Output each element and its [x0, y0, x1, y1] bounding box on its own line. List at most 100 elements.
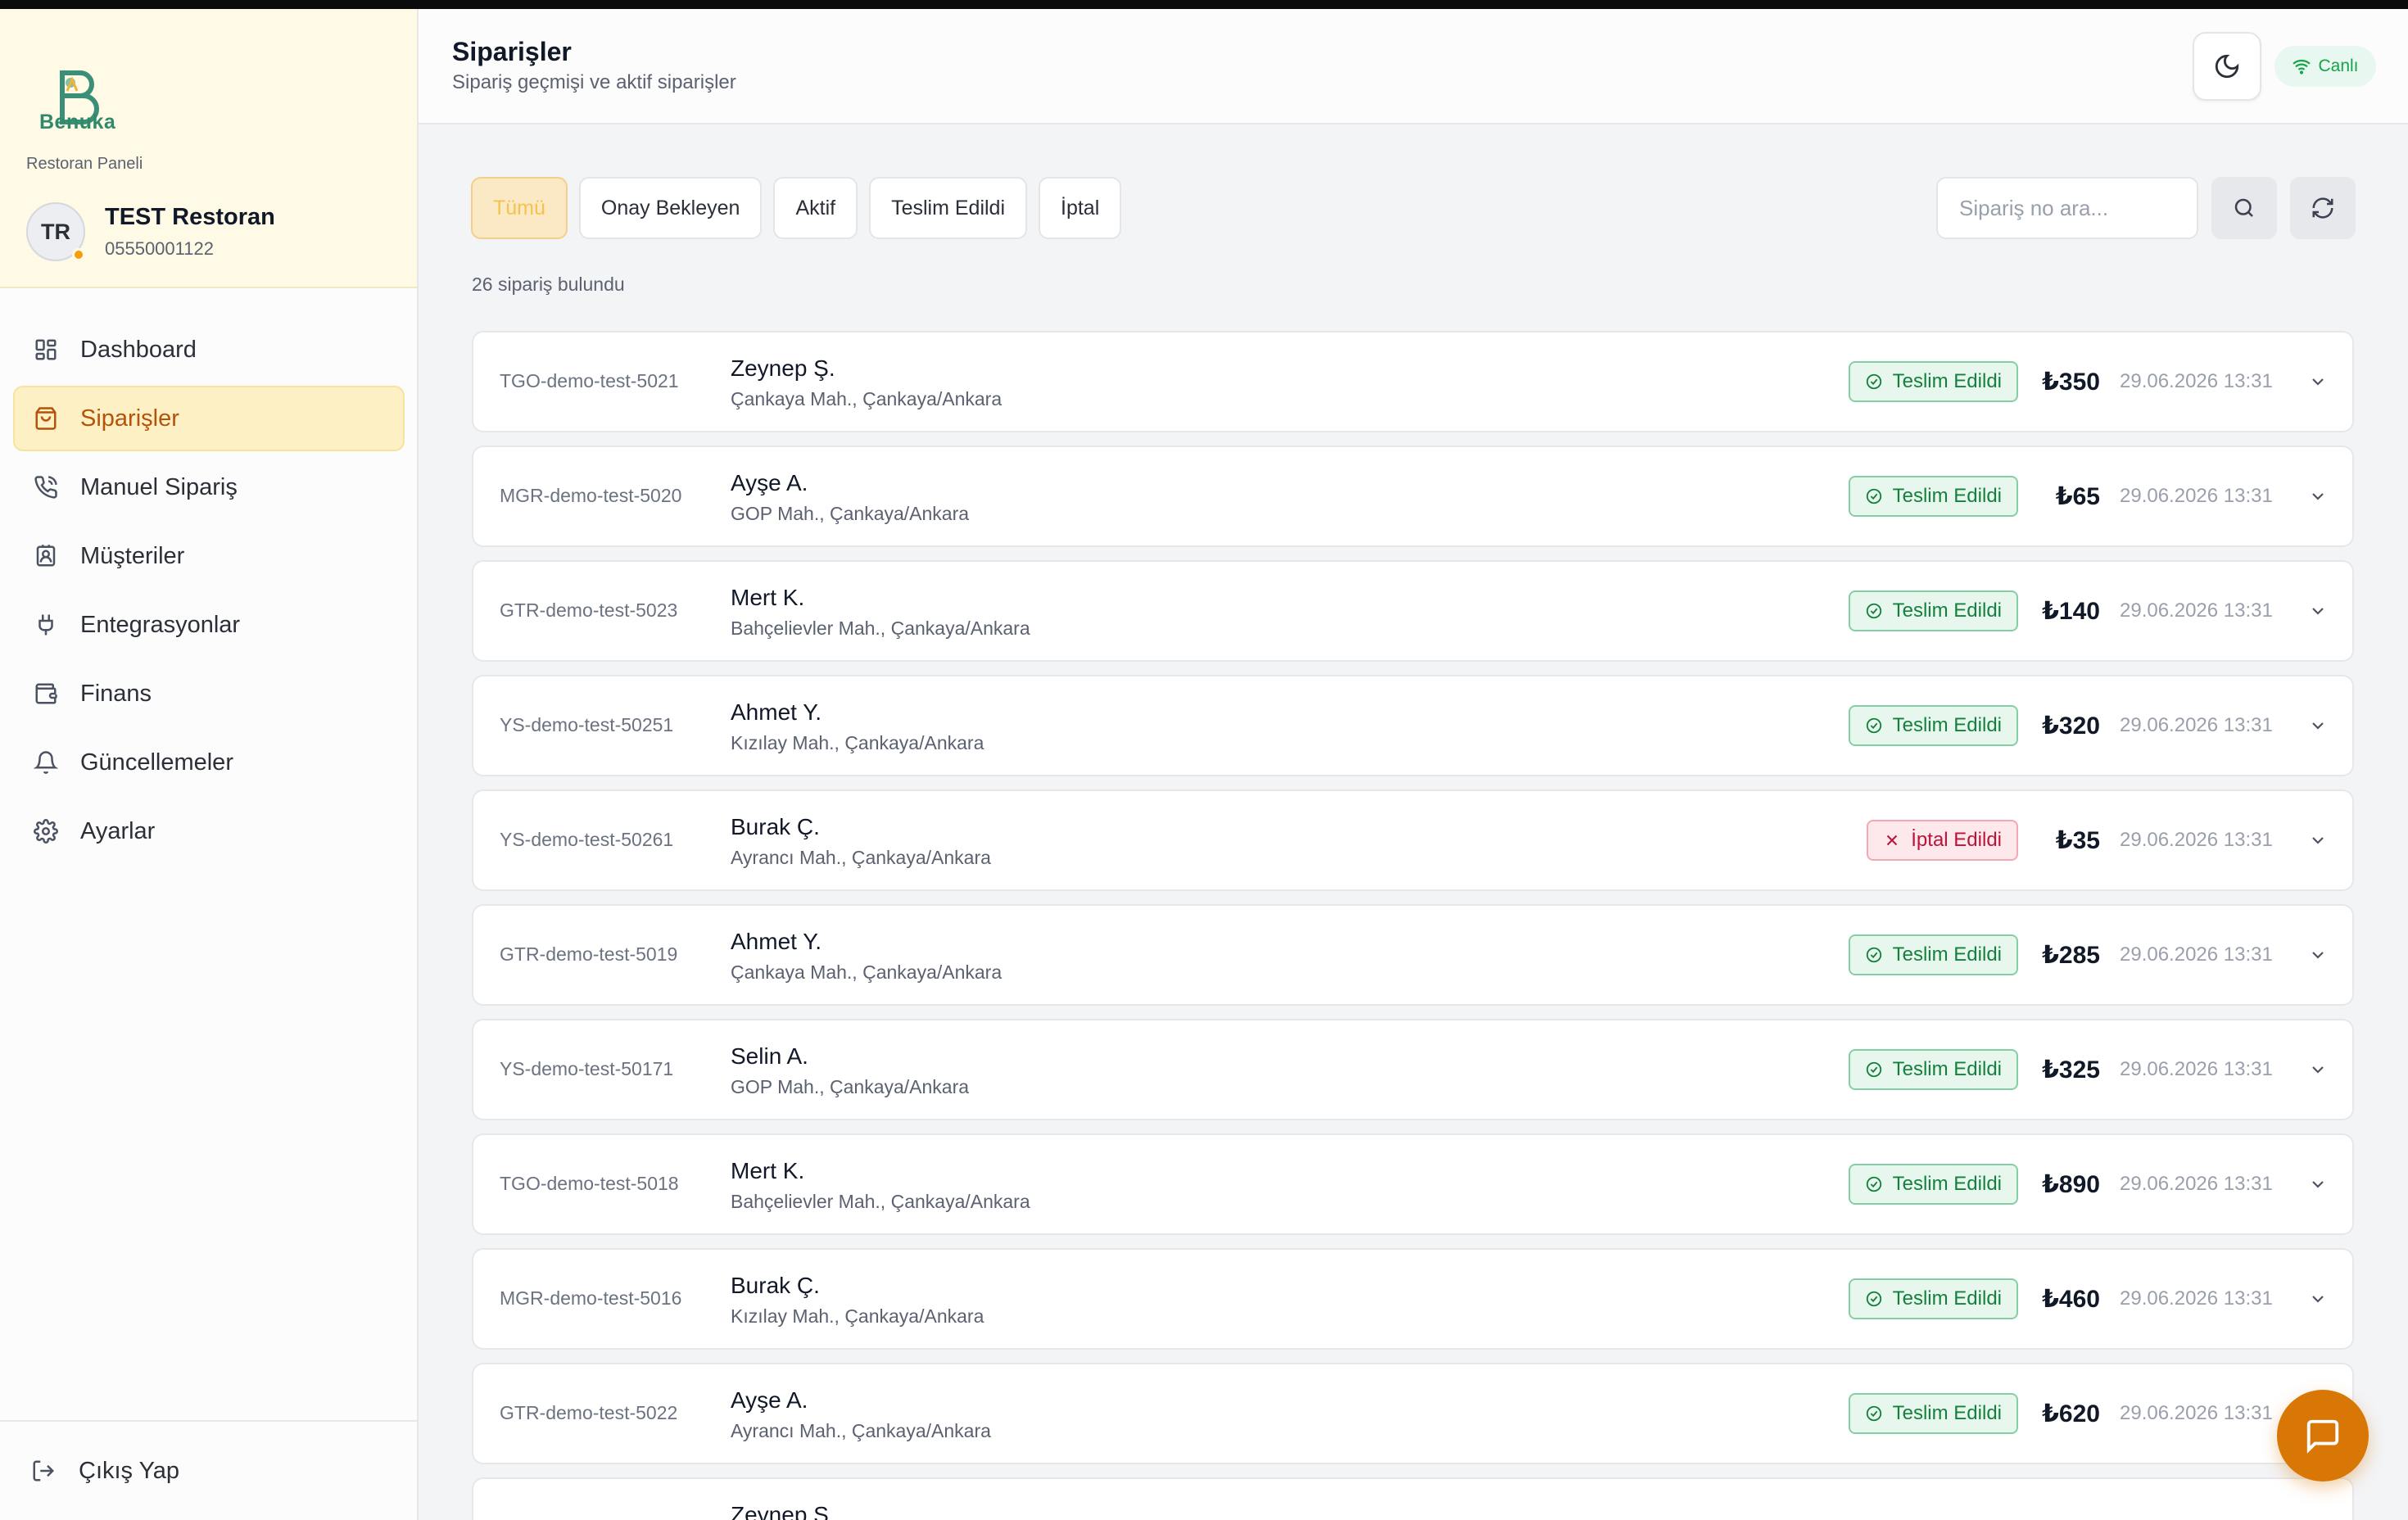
- order-row[interactable]: TGO-demo-test-5018 Mert K. Bahçelievler Ma…: [472, 1133, 2354, 1235]
- order-meta: Teslim Edildi ₺65 29.06.2026 13:31: [1848, 447, 2328, 545]
- status-badge: Teslim Edildi: [1848, 1278, 2018, 1319]
- sidebar-item-siparisler[interactable]: Siparişler: [13, 386, 405, 451]
- sidebar-item-musteriler[interactable]: Müşteriler: [13, 523, 405, 589]
- order-row[interactable]: MGR-demo-test-5020 Ayşe A. GOP Mah., Çanka…: [472, 446, 2354, 547]
- check-circle-icon: [1866, 373, 1881, 390]
- sidebar-item-label: Siparişler: [80, 405, 179, 432]
- panel-label: Restoran Paneli: [26, 155, 143, 173]
- shopping-bag-icon: [33, 405, 59, 432]
- order-meta: Teslim Edildi ₺620 29.06.2026 13:31: [1848, 1364, 2328, 1463]
- customer-name: Selin A.: [731, 1043, 808, 1069]
- sidebar-item-label: Manuel Sipariş: [80, 473, 238, 500]
- customer-address: Ayrancı Mah., Çankaya/Ankara: [731, 1420, 991, 1441]
- logout-icon: [31, 1458, 57, 1484]
- order-date: 29.06.2026 13:31: [2120, 1058, 2273, 1080]
- sidebar-item-label: Dashboard: [80, 336, 197, 363]
- page-header: Siparişler Sipariş geçmişi ve aktif sipa…: [419, 9, 2408, 124]
- check-circle-icon: [1866, 1405, 1881, 1422]
- check-circle-icon: [1866, 488, 1881, 504]
- orders-list: TGO-demo-test-5021 Zeynep Ş. Çankaya Mah.,…: [472, 331, 2354, 1520]
- sidebar-item-guncellemeler[interactable]: Güncellemeler: [13, 730, 405, 795]
- order-meta: Teslim Edildi ₺460 29.06.2026 13:31: [1848, 1250, 2328, 1348]
- chevron-down-icon[interactable]: [2308, 716, 2328, 735]
- chevron-down-icon[interactable]: [2308, 1289, 2328, 1309]
- order-row[interactable]: TGO-demo-test-5021 Zeynep Ş. Çankaya Mah.,…: [472, 331, 2354, 432]
- sidebar-item-label: Güncellemeler: [80, 749, 233, 776]
- phone-icon: [33, 474, 59, 500]
- order-row[interactable]: GTR-demo-test-5023 Mert K. Bahçelievler Ma…: [472, 560, 2354, 662]
- order-id: MGR-demo-test-5020: [500, 485, 682, 506]
- tab-aktif[interactable]: Aktif: [773, 177, 858, 239]
- order-meta: Teslim Edildi ₺320 29.06.2026 13:31: [1848, 676, 2328, 775]
- order-price: ₺320: [2042, 712, 2100, 740]
- sidebar-item-finans[interactable]: Finans: [13, 661, 405, 726]
- order-id: TGO-demo-test-5021: [500, 370, 679, 391]
- order-price: ₺325: [2042, 1056, 2100, 1083]
- check-circle-icon: [1866, 1061, 1881, 1078]
- check-circle-icon: [1866, 1176, 1881, 1192]
- customer-address: Kızılay Mah., Çankaya/Ankara: [731, 1305, 984, 1327]
- live-label: Canlı: [2318, 57, 2359, 75]
- order-search-input[interactable]: [1936, 177, 2198, 239]
- order-row[interactable]: YS-demo-test-50261 Burak Ç. Ayrancı Mah., …: [472, 789, 2354, 891]
- search-icon: [2234, 198, 2253, 217]
- order-row[interactable]: Zeynep Ş.: [472, 1477, 2354, 1520]
- refresh-button[interactable]: [2290, 177, 2356, 239]
- chevron-down-icon[interactable]: [2308, 486, 2328, 506]
- chevron-down-icon[interactable]: [2308, 945, 2328, 965]
- divider: [0, 1420, 417, 1422]
- check-circle-icon: [1866, 603, 1881, 619]
- chevron-down-icon[interactable]: [2308, 601, 2328, 621]
- sidebar-item-manuel-siparis[interactable]: Manuel Sipariş: [13, 455, 405, 520]
- chevron-down-icon[interactable]: [2308, 1060, 2328, 1079]
- order-row[interactable]: YS-demo-test-50171 Selin A. GOP Mah., Çank…: [472, 1019, 2354, 1120]
- order-filter-tabs: Tümü Onay Bekleyen Aktif Teslim Edildi İ…: [471, 177, 1122, 239]
- status-badge: İptal Edildi: [1867, 820, 2018, 861]
- chat-button[interactable]: [2277, 1390, 2369, 1482]
- sidebar-item-label: Ayarlar: [80, 817, 156, 844]
- chevron-down-icon[interactable]: [2308, 830, 2328, 850]
- order-id: MGR-demo-test-5016: [500, 1287, 682, 1309]
- customer-address: GOP Mah., Çankaya/Ankara: [731, 1076, 970, 1097]
- page-title: Siparişler: [452, 37, 572, 66]
- status-label: Teslim Edildi: [1892, 1402, 2002, 1424]
- sidebar-item-dashboard[interactable]: Dashboard: [13, 317, 405, 382]
- chat-icon: [2306, 1419, 2339, 1454]
- status-badge: Teslim Edildi: [1848, 1049, 2018, 1090]
- search-button[interactable]: [2211, 177, 2277, 239]
- order-price: ₺285: [2042, 941, 2100, 969]
- logout-button[interactable]: Çıkış Yap: [13, 1438, 405, 1504]
- order-date: 29.06.2026 13:31: [2120, 370, 2273, 392]
- status-label: Teslim Edildi: [1892, 714, 2002, 736]
- sidebar-item-entegrasyonlar[interactable]: Entegrasyonlar: [13, 592, 405, 658]
- tab-tumu[interactable]: Tümü: [471, 177, 568, 239]
- plug-icon: [33, 612, 59, 638]
- status-badge: Teslim Edildi: [1848, 934, 2018, 975]
- sidebar-item-label: Müşteriler: [80, 542, 185, 569]
- order-row[interactable]: YS-demo-test-50251 Ahmet Y. Kızılay Mah., …: [472, 675, 2354, 776]
- status-badge: Teslim Edildi: [1848, 361, 2018, 402]
- order-row[interactable]: MGR-demo-test-5016 Burak Ç. Kızılay Mah., …: [472, 1248, 2354, 1350]
- customer-address: GOP Mah., Çankaya/Ankara: [731, 503, 970, 524]
- order-date: 29.06.2026 13:31: [2120, 1173, 2273, 1195]
- order-id: YS-demo-test-50251: [500, 714, 674, 735]
- status-badge: Teslim Edildi: [1848, 590, 2018, 631]
- sidebar-item-ayarlar[interactable]: Ayarlar: [13, 798, 405, 864]
- order-price: ₺140: [2042, 597, 2100, 625]
- chevron-down-icon[interactable]: [2308, 1174, 2328, 1194]
- tab-teslim-edildi[interactable]: Teslim Edildi: [869, 177, 1028, 239]
- order-id: YS-demo-test-50171: [500, 1058, 674, 1079]
- page-subtitle: Sipariş geçmişi ve aktif siparişler: [452, 71, 736, 93]
- order-id: TGO-demo-test-5018: [500, 1173, 679, 1194]
- status-badge: Teslim Edildi: [1848, 705, 2018, 746]
- order-row[interactable]: GTR-demo-test-5019 Ahmet Y. Çankaya Mah., …: [472, 904, 2354, 1006]
- order-id: GTR-demo-test-5019: [500, 943, 678, 965]
- order-row[interactable]: GTR-demo-test-5022 Ayşe A. Ayrancı Mah., Ç…: [472, 1363, 2354, 1464]
- theme-toggle-button[interactable]: [2193, 32, 2261, 101]
- tab-iptal[interactable]: İptal: [1039, 177, 1122, 239]
- tab-onay-bekleyen[interactable]: Onay Bekleyen: [578, 177, 763, 239]
- chevron-down-icon[interactable]: [2308, 372, 2328, 391]
- status-label: İptal Edildi: [1911, 829, 2002, 851]
- order-meta: Teslim Edildi ₺285 29.06.2026 13:31: [1848, 906, 2328, 1004]
- status-badge: Teslim Edildi: [1848, 476, 2018, 517]
